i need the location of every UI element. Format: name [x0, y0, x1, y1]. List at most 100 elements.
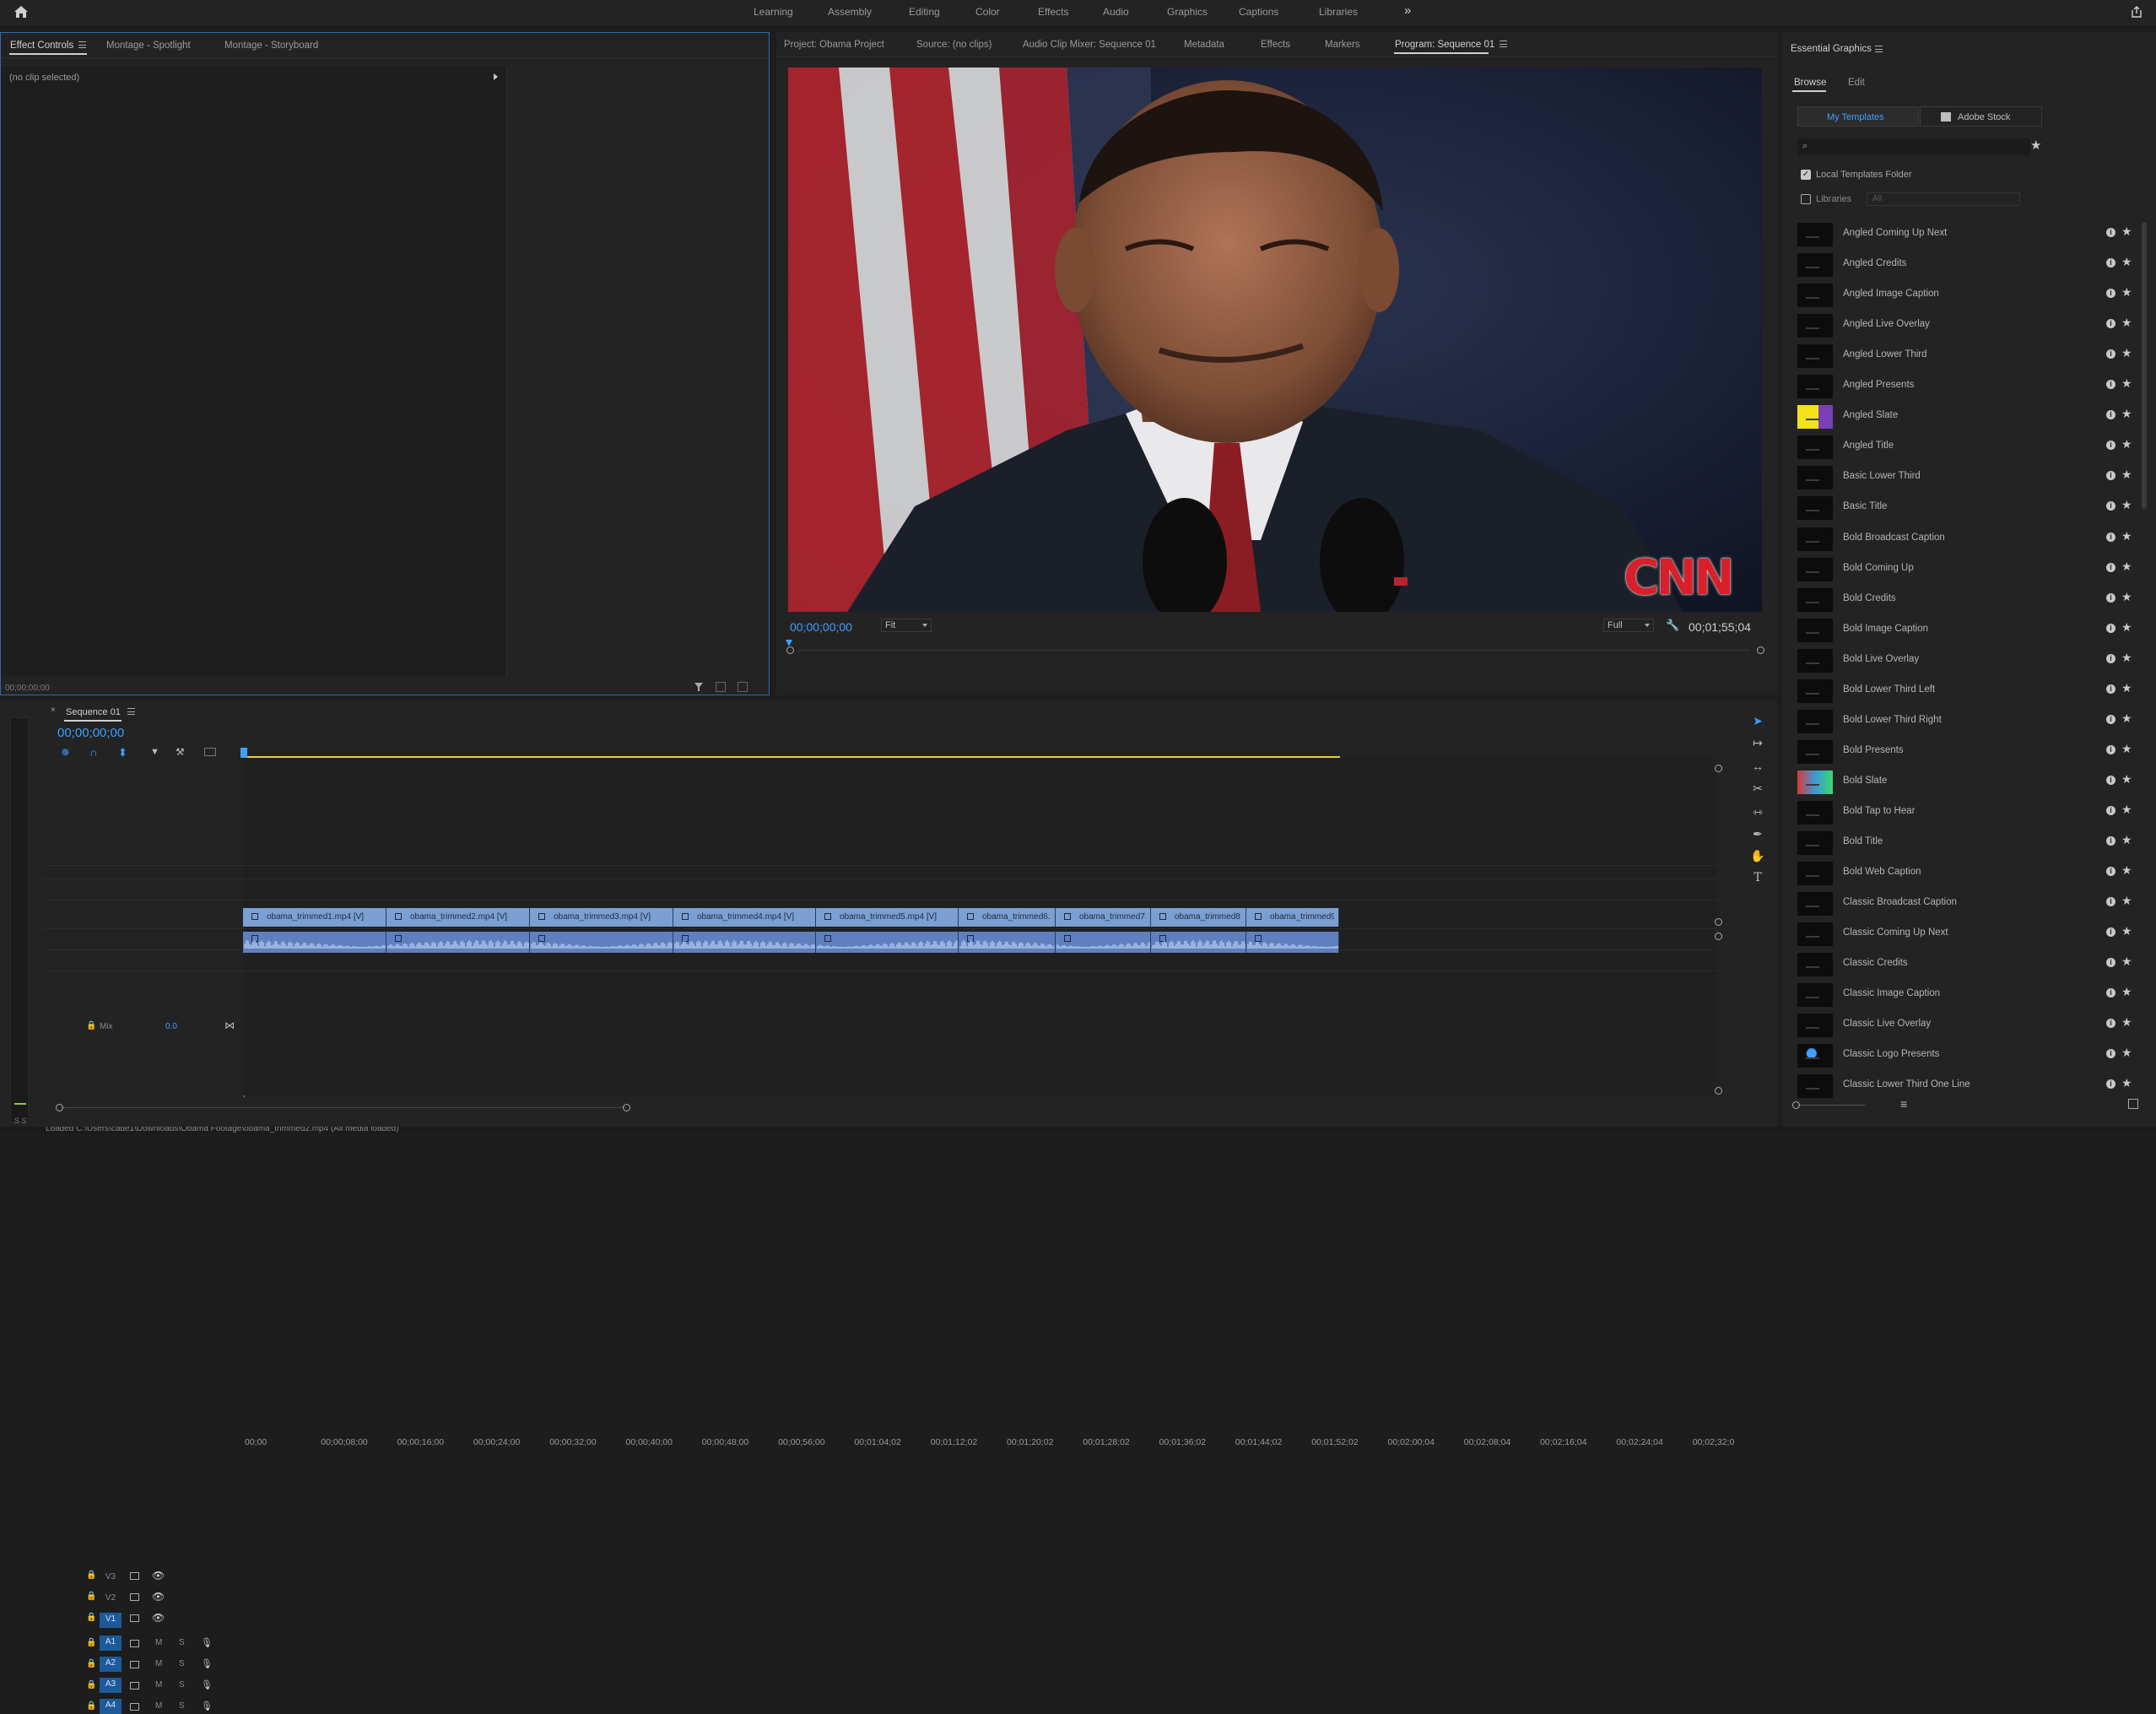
favorite-star-icon[interactable]: ★ — [2121, 651, 2132, 665]
info-icon[interactable]: i — [2106, 501, 2115, 511]
tab-effect-controls[interactable]: Effect Controls — [10, 41, 73, 51]
panel-menu-icon[interactable] — [78, 41, 86, 48]
captions-icon[interactable] — [204, 748, 216, 756]
info-icon[interactable]: i — [2106, 441, 2115, 451]
favorite-star-icon[interactable]: ★ — [2121, 803, 2132, 817]
template-item[interactable]: Angled Image Caption i ★ — [1797, 280, 2135, 311]
audio-clip[interactable] — [530, 932, 673, 953]
audio-clip[interactable] — [386, 932, 530, 953]
favorite-star-icon[interactable]: ★ — [2121, 924, 2132, 938]
solo-button[interactable]: S — [179, 1701, 185, 1711]
libraries-select[interactable]: All — [1867, 192, 2020, 206]
info-icon[interactable]: i — [2106, 532, 2115, 542]
mute-button[interactable]: M — [155, 1659, 162, 1668]
video-clip[interactable]: obama_trimmed8. — [1151, 908, 1246, 927]
toggle-sync-lock-icon[interactable] — [130, 1593, 139, 1601]
insert-nest-icon[interactable]: ✵ — [61, 746, 70, 760]
favorite-star-icon[interactable]: ★ — [2121, 742, 2132, 756]
video-clip[interactable]: obama_trimmed7. — [1056, 908, 1151, 927]
track-label-v2[interactable]: V2 — [100, 1592, 122, 1607]
filter-icon[interactable] — [694, 682, 704, 692]
slip-tool-icon[interactable]: ⇿ — [1750, 805, 1765, 820]
favorite-star-icon[interactable]: ★ — [2121, 985, 2132, 999]
favorite-star-icon[interactable]: ★ — [2121, 772, 2132, 787]
tab-metadata[interactable]: Metadata — [1184, 40, 1224, 50]
track-label-a1[interactable]: A1 — [100, 1636, 122, 1651]
audio-clip[interactable] — [1151, 932, 1246, 953]
expand-arrow-icon[interactable] — [494, 73, 498, 80]
favorites-filter-icon[interactable]: ★ — [2030, 138, 2041, 153]
template-item[interactable]: Bold Slate i ★ — [1797, 767, 2135, 798]
template-item[interactable]: Bold Lower Third Left i ★ — [1797, 676, 2135, 706]
template-item[interactable]: Bold Web Caption i ★ — [1797, 858, 2135, 889]
lock-icon[interactable]: 🔒 — [86, 1613, 96, 1622]
video-clip[interactable]: obama_trimmed5.mp4 [V] — [816, 908, 959, 927]
zoom-handle-right[interactable] — [1757, 646, 1764, 654]
template-item[interactable]: Classic Broadcast Caption i ★ — [1797, 889, 2135, 919]
favorite-star-icon[interactable]: ★ — [2121, 681, 2132, 695]
microphone-icon[interactable]: 🎙 — [201, 1679, 213, 1690]
template-item[interactable]: Classic Lower Third One Line i ★ — [1797, 1071, 2135, 1101]
lock-icon[interactable]: 🔒 — [86, 1680, 96, 1690]
libraries-checkbox[interactable] — [1801, 194, 1811, 204]
template-search-input[interactable]: ⌕ — [1797, 138, 2030, 155]
panel-menu-icon[interactable] — [127, 708, 135, 715]
info-icon[interactable]: i — [2106, 958, 2115, 968]
info-icon[interactable]: i — [2106, 1019, 2115, 1029]
template-item[interactable]: Bold Image Caption i ★ — [1797, 615, 2135, 646]
workspace-tab-color[interactable]: Color — [975, 6, 1000, 18]
export-frame-icon[interactable] — [716, 682, 726, 692]
panel-menu-icon[interactable] — [1499, 41, 1507, 47]
favorite-star-icon[interactable]: ★ — [2121, 529, 2132, 543]
favorite-star-icon[interactable]: ★ — [2121, 437, 2132, 451]
template-item[interactable]: Bold Tap to Hear i ★ — [1797, 798, 2135, 828]
mix-value[interactable]: 0.0 — [165, 1022, 177, 1031]
vertical-scroll-handle[interactable] — [1715, 765, 1722, 772]
info-icon[interactable]: i — [2106, 744, 2115, 754]
template-item[interactable]: Angled Presents i ★ — [1797, 371, 2135, 402]
favorite-star-icon[interactable]: ★ — [2121, 316, 2132, 330]
lock-icon[interactable]: 🔒 — [86, 1571, 96, 1580]
info-icon[interactable]: i — [2106, 623, 2115, 633]
favorite-star-icon[interactable]: ★ — [2121, 498, 2132, 512]
tab-audio-clip-mixer[interactable]: Audio Clip Mixer: Sequence 01 — [1023, 40, 1156, 50]
template-item[interactable]: Angled Title i ★ — [1797, 432, 2135, 462]
favorite-star-icon[interactable]: ★ — [2121, 1076, 2132, 1090]
template-item[interactable]: Classic Live Overlay i ★ — [1797, 1010, 2135, 1041]
info-icon[interactable]: i — [2106, 289, 2115, 299]
zoom-select[interactable]: Fit — [881, 619, 932, 632]
ripple-edit-tool-icon[interactable]: ↔ — [1750, 760, 1765, 775]
template-item[interactable]: Bold Live Overlay i ★ — [1797, 646, 2135, 676]
template-item[interactable]: Classic Image Caption i ★ — [1797, 980, 2135, 1010]
more-workspaces-button[interactable]: » — [1404, 3, 1411, 18]
info-icon[interactable]: i — [2106, 319, 2115, 329]
my-templates-button[interactable]: My Templates — [1797, 106, 1919, 127]
track-label-a2[interactable]: A2 — [100, 1657, 122, 1672]
resolution-select[interactable]: Full — [1603, 619, 1654, 632]
tab-source[interactable]: Source: (no clips) — [916, 40, 992, 50]
local-templates-checkbox[interactable]: ✓ — [1801, 170, 1811, 180]
microphone-icon[interactable]: 🎙 — [201, 1700, 213, 1711]
favorite-star-icon[interactable]: ★ — [2121, 407, 2132, 421]
info-icon[interactable]: i — [2106, 562, 2115, 572]
toggle-sync-lock-icon[interactable] — [130, 1640, 139, 1647]
microphone-icon[interactable]: 🎙 — [201, 1658, 213, 1669]
lock-icon[interactable]: 🔒 — [86, 1638, 96, 1647]
video-clip[interactable]: obama_trimmed9. — [1246, 908, 1339, 927]
mute-button[interactable]: M — [155, 1701, 162, 1711]
info-icon[interactable]: i — [2106, 927, 2115, 938]
vertical-scroll-handle[interactable] — [1715, 933, 1722, 940]
type-tool-icon[interactable]: T — [1750, 871, 1765, 886]
template-item[interactable]: Bold Presents i ★ — [1797, 737, 2135, 767]
toggle-sync-lock-icon[interactable] — [130, 1703, 139, 1711]
lock-icon[interactable]: 🔒 — [86, 1701, 96, 1711]
toggle-sync-lock-icon[interactable] — [130, 1661, 139, 1668]
workspace-tab-editing[interactable]: Editing — [909, 6, 940, 18]
template-item[interactable]: Bold Credits i ★ — [1797, 585, 2135, 615]
sequence-tab[interactable]: Sequence 01 — [66, 707, 121, 717]
microphone-icon[interactable]: 🎙 — [201, 1637, 213, 1648]
template-item[interactable]: Angled Live Overlay i ★ — [1797, 311, 2135, 341]
info-icon[interactable]: i — [2106, 349, 2115, 360]
favorite-star-icon[interactable]: ★ — [2121, 954, 2132, 969]
close-sequence-icon[interactable]: × — [51, 706, 56, 715]
